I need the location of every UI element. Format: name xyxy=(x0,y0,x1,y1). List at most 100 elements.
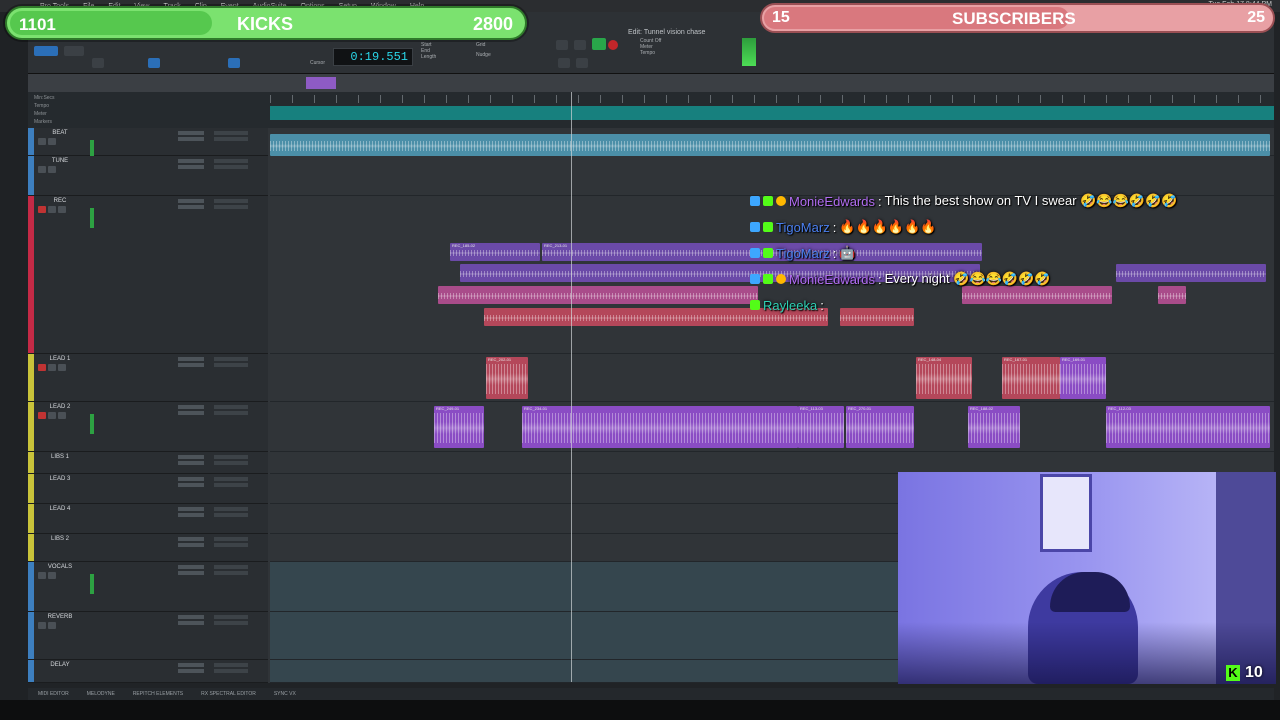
mute-button[interactable] xyxy=(48,138,56,145)
mute-button[interactable] xyxy=(48,572,56,579)
audio-clip[interactable]: REC_167-01 xyxy=(1002,357,1060,399)
insert-slots[interactable] xyxy=(178,357,204,369)
track-name[interactable]: TUNE xyxy=(36,158,84,164)
insert-slots[interactable] xyxy=(178,507,204,519)
audio-clip[interactable]: REC_112-03 xyxy=(1106,406,1270,448)
insert-slots[interactable] xyxy=(178,159,204,171)
solo-button[interactable] xyxy=(38,572,46,579)
universe-overview[interactable] xyxy=(28,74,1274,92)
playhead-cursor[interactable] xyxy=(571,92,572,682)
overview-selection[interactable] xyxy=(306,77,336,89)
record-button[interactable] xyxy=(608,40,618,50)
solo-button[interactable] xyxy=(48,364,56,371)
stop-button[interactable] xyxy=(574,40,586,50)
track-header-rec[interactable]: REC xyxy=(28,196,268,354)
track-name[interactable]: LIBS 2 xyxy=(36,536,84,542)
insert-slots[interactable] xyxy=(178,131,204,143)
audio-clip[interactable]: REC_188-02 xyxy=(968,406,1020,448)
track-name[interactable]: LEAD 4 xyxy=(36,506,84,512)
track-name[interactable]: REC xyxy=(36,198,84,204)
timeline-rulers[interactable]: Min:Secs Tempo Meter Markers xyxy=(28,92,1274,128)
edit-mode-button[interactable] xyxy=(34,46,58,56)
status-item[interactable]: MIDI EDITOR xyxy=(38,691,69,697)
return-to-zero-button[interactable] xyxy=(558,58,570,68)
audio-clip[interactable]: REC_113-03 xyxy=(798,406,844,448)
solo-button[interactable] xyxy=(38,166,46,173)
insert-slots[interactable] xyxy=(178,537,204,549)
io-slots[interactable] xyxy=(214,477,248,489)
status-item[interactable]: SYNC VX xyxy=(274,691,296,697)
track-name[interactable]: LEAD 3 xyxy=(36,476,84,482)
io-slots[interactable] xyxy=(214,199,248,211)
insert-slots[interactable] xyxy=(178,199,204,211)
audio-clip[interactable]: REC_202-01 xyxy=(486,357,528,399)
main-counter[interactable]: 0:19.551 xyxy=(333,48,413,66)
insert-slots[interactable] xyxy=(178,615,204,627)
rewind-button[interactable] xyxy=(556,40,568,50)
insert-slots[interactable] xyxy=(178,477,204,489)
tool-button[interactable] xyxy=(228,58,240,68)
track-header-tune[interactable]: TUNE xyxy=(28,156,268,196)
tempo-ruler[interactable] xyxy=(270,106,1274,120)
track-lane-beat[interactable] xyxy=(270,128,1274,156)
audio-clip[interactable]: REC_148-04 xyxy=(916,357,972,399)
track-header-beat[interactable]: BEAT xyxy=(28,128,268,160)
audio-clip[interactable]: REC_185-02 xyxy=(450,243,540,261)
insert-slots[interactable] xyxy=(178,565,204,577)
audio-clip[interactable]: REC_234-01 xyxy=(522,406,798,448)
record-arm-button[interactable] xyxy=(38,412,46,419)
insert-slots[interactable] xyxy=(178,663,204,675)
record-arm-button[interactable] xyxy=(38,364,46,371)
audio-clip[interactable] xyxy=(270,134,1270,156)
mute-button[interactable] xyxy=(58,364,66,371)
io-slots[interactable] xyxy=(214,663,248,675)
track-header-lead-3[interactable]: LEAD 3 xyxy=(28,474,268,504)
status-item[interactable]: MELODYNE xyxy=(87,691,115,697)
io-slots[interactable] xyxy=(214,565,248,577)
status-item[interactable]: REPITCH ELEMENTS xyxy=(133,691,183,697)
io-slots[interactable] xyxy=(214,131,248,143)
track-header-lead-1[interactable]: LEAD 1 xyxy=(28,354,268,402)
track-name[interactable]: VOCALS xyxy=(36,564,84,570)
track-lane-lead-1[interactable]: REC_202-01 REC_148-04 REC_167-01 REC_169… xyxy=(270,354,1274,402)
mute-button[interactable] xyxy=(58,412,66,419)
track-name[interactable]: LIBS 1 xyxy=(36,454,84,460)
io-slots[interactable] xyxy=(214,615,248,627)
audio-clip[interactable]: REC_169-01 xyxy=(1060,357,1106,399)
mute-button[interactable] xyxy=(48,622,56,629)
mute-button[interactable] xyxy=(58,206,66,213)
track-header-lead-2[interactable]: LEAD 2 xyxy=(28,402,268,452)
track-name[interactable]: LEAD 2 xyxy=(36,404,84,410)
io-slots[interactable] xyxy=(214,507,248,519)
solo-button[interactable] xyxy=(38,138,46,145)
audio-clip[interactable]: REC_270-01 xyxy=(846,406,914,448)
track-header-vocals[interactable]: VOCALS xyxy=(28,562,268,612)
fast-forward-button[interactable] xyxy=(576,58,588,68)
solo-button[interactable] xyxy=(38,622,46,629)
zoom-button[interactable] xyxy=(92,58,104,68)
track-name[interactable]: DELAY xyxy=(36,662,84,668)
track-lane-lead-2[interactable]: REC_249-01 REC_234-01 REC_113-03 REC_270… xyxy=(270,402,1274,452)
insert-slots[interactable] xyxy=(178,405,204,417)
mute-button[interactable] xyxy=(48,166,56,173)
track-header-libs-2[interactable]: LIBS 2 xyxy=(28,534,268,562)
io-slots[interactable] xyxy=(214,537,248,549)
solo-button[interactable] xyxy=(48,206,56,213)
play-button[interactable] xyxy=(592,38,606,50)
io-slots[interactable] xyxy=(214,405,248,417)
tool-button[interactable] xyxy=(148,58,160,68)
audio-clip[interactable] xyxy=(438,286,758,304)
io-slots[interactable] xyxy=(214,159,248,171)
track-header-delay[interactable]: DELAY xyxy=(28,660,268,683)
insert-slots[interactable] xyxy=(178,455,204,467)
track-header-reverb[interactable]: REVERB xyxy=(28,612,268,660)
io-slots[interactable] xyxy=(214,357,248,369)
audio-clip[interactable]: REC_249-01 xyxy=(434,406,484,448)
track-name[interactable]: LEAD 1 xyxy=(36,356,84,362)
edit-mode-button[interactable] xyxy=(64,46,84,56)
record-arm-button[interactable] xyxy=(38,206,46,213)
status-item[interactable]: RX SPECTRAL EDITOR xyxy=(201,691,256,697)
track-header-libs-1[interactable]: LIBS 1 xyxy=(28,452,268,474)
track-lane-libs-1[interactable] xyxy=(270,452,1274,474)
track-name[interactable]: REVERB xyxy=(36,614,84,620)
